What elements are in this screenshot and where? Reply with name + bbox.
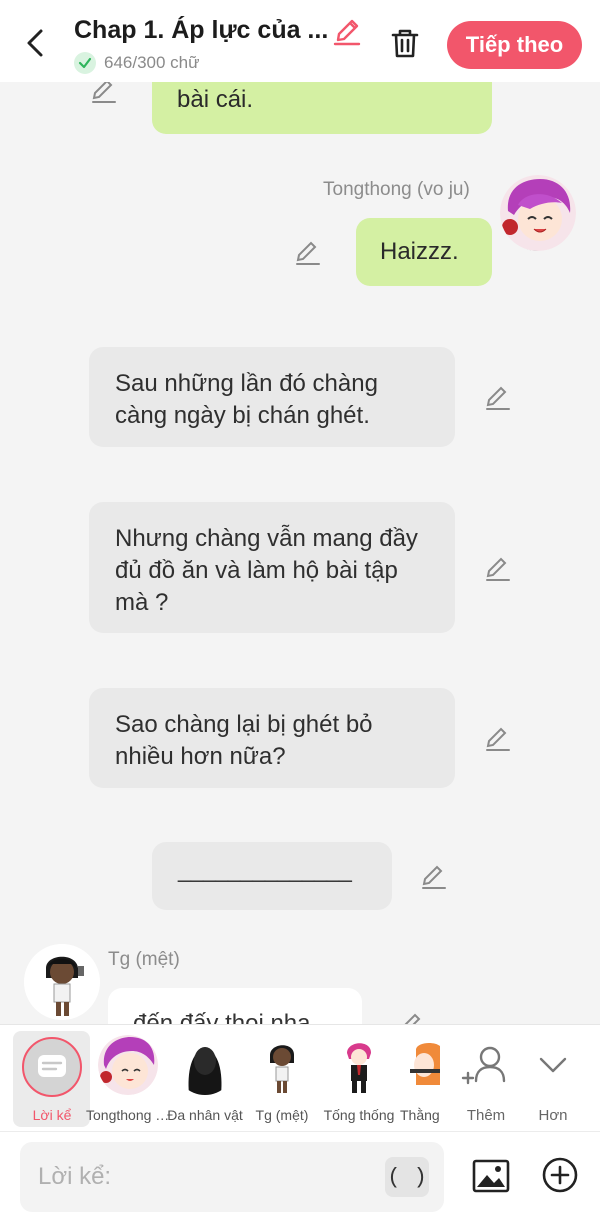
word-count: 646/300 chữ — [74, 52, 200, 74]
edit-title-pencil-icon[interactable] — [332, 16, 362, 46]
edit-pencil-icon[interactable] — [484, 724, 512, 752]
message-bubble[interactable]: đến đấy thoi nha — [108, 988, 362, 1024]
narration-text: Sau những lần đó chàng càng ngày bị chán… — [115, 370, 378, 429]
back-arrow-icon[interactable] — [20, 26, 52, 60]
word-count-text: 646/300 chữ — [104, 53, 200, 72]
edit-pencil-icon[interactable] — [90, 82, 118, 104]
edit-pencil-icon[interactable] — [420, 862, 448, 890]
character-tongthong2[interactable]: Tống thống — [323, 1031, 395, 1127]
narration-text: Nhưng chàng vẫn mang đầy đủ đồ ăn và làm… — [115, 525, 418, 616]
character-avatar — [406, 1035, 440, 1095]
character-selector: Lời kể Tongthong (vo ju) Đa nhân vật Tg … — [0, 1024, 600, 1132]
narrator-avatar — [22, 1037, 82, 1097]
character-label: Đa nhân vật — [167, 1107, 243, 1123]
check-icon — [74, 52, 96, 74]
character-tg[interactable]: Tg (mệt) — [246, 1031, 318, 1127]
message-input-bar: ( ) — [0, 1132, 600, 1218]
parentheses-button[interactable]: ( ) — [385, 1157, 429, 1197]
character-avatar — [98, 1035, 158, 1095]
character-label: Tongthong (vo ju) — [86, 1107, 170, 1123]
character-label: Tống thống — [323, 1107, 395, 1123]
character-label: Thằng — [400, 1107, 440, 1123]
sender-name: Tongthong (vo ju) — [323, 179, 470, 200]
message-bubble[interactable]: bài cái. — [152, 82, 492, 134]
chevron-down-icon — [539, 1057, 567, 1073]
character-avatar — [175, 1035, 235, 1095]
expand-label: Hơn — [538, 1107, 568, 1124]
chapter-title: Chap 1. Áp lực của ... — [74, 16, 329, 44]
add-character-button[interactable]: Thêm — [456, 1035, 516, 1125]
narration-bubble[interactable]: Sau những lần đó chàng càng ngày bị chán… — [89, 347, 455, 447]
avatar[interactable] — [24, 944, 100, 1020]
trash-icon[interactable] — [388, 26, 422, 60]
character-avatar — [252, 1035, 312, 1095]
app-header: Chap 1. Áp lực của ... 646/300 chữ Tiếp … — [0, 0, 600, 82]
divider-text: ______________ — [178, 856, 352, 883]
message-text: Haizzz. — [380, 238, 459, 265]
edit-pencil-icon[interactable] — [398, 1010, 426, 1024]
narration-input[interactable] — [20, 1142, 444, 1212]
character-thang[interactable]: Thằng — [400, 1031, 440, 1127]
add-person-icon — [461, 1046, 506, 1085]
message-text: đến đấy thoi nha — [133, 1010, 311, 1024]
expand-more-button[interactable]: Hơn — [523, 1035, 583, 1125]
character-narrator[interactable]: Lời kể — [13, 1031, 90, 1127]
message-text: bài cái. — [177, 86, 254, 113]
character-avatar — [329, 1035, 389, 1095]
sender-name: Tg (mệt) — [108, 949, 180, 970]
message-bubble[interactable]: Haizzz. — [356, 218, 492, 286]
chat-area[interactable]: bài cái. Tongthong (vo ju) Haizzz. Sau n… — [0, 82, 600, 1024]
narration-bubble[interactable]: Sao chàng lại bị ghét bỏ nhiều hơn nữa? — [89, 688, 455, 788]
character-multi[interactable]: Đa nhân vật — [167, 1031, 243, 1127]
add-character-label: Thêm — [466, 1107, 506, 1124]
divider-bubble[interactable]: ______________ — [152, 842, 392, 910]
avatar[interactable] — [500, 175, 576, 251]
narration-text: Sao chàng lại bị ghét bỏ nhiều hơn nữa? — [115, 711, 373, 770]
character-tongthong[interactable]: Tongthong (vo ju) — [86, 1031, 170, 1127]
image-icon[interactable] — [471, 1156, 511, 1196]
edit-pencil-icon[interactable] — [484, 383, 512, 411]
next-chapter-button[interactable]: Tiếp theo — [447, 21, 582, 69]
add-circle-icon[interactable] — [541, 1156, 579, 1194]
edit-pencil-icon[interactable] — [484, 554, 512, 582]
character-label: Lời kể — [32, 1107, 72, 1123]
edit-pencil-icon[interactable] — [294, 238, 322, 266]
narration-bubble[interactable]: Nhưng chàng vẫn mang đầy đủ đồ ăn và làm… — [89, 502, 455, 633]
character-label: Tg (mệt) — [255, 1107, 309, 1123]
